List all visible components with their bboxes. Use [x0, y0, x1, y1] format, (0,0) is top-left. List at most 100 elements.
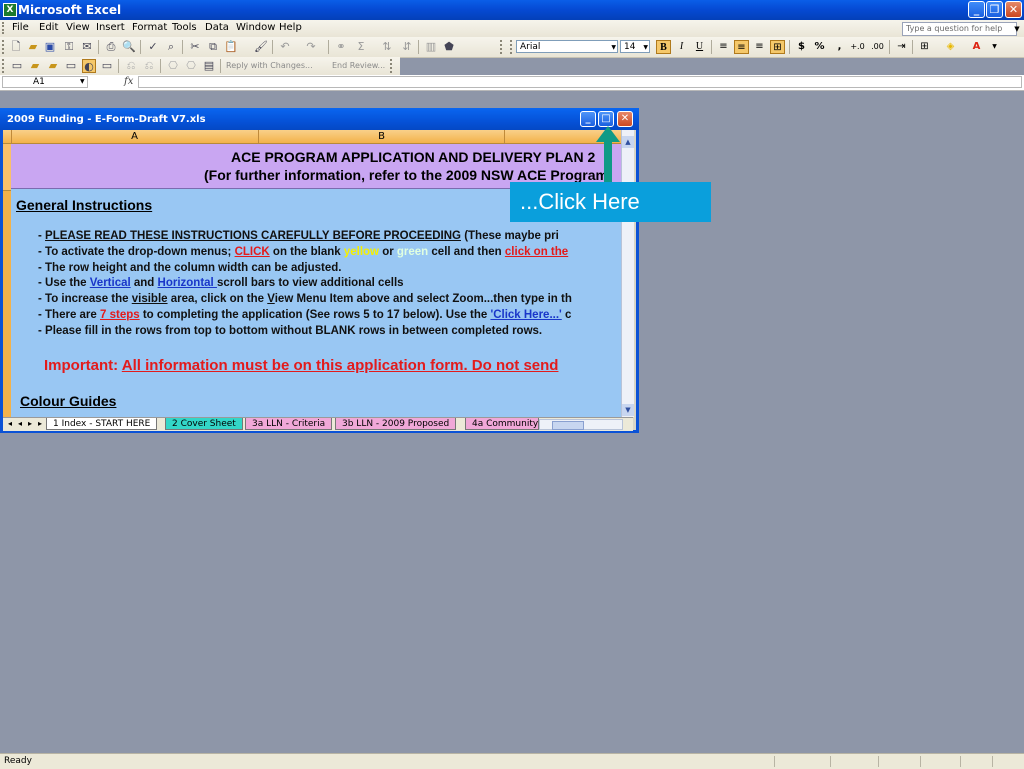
help-dropdown-icon[interactable]: ▼: [1012, 22, 1022, 36]
menu-tools[interactable]: Tools: [172, 22, 197, 33]
first-sheet-icon[interactable]: ◂: [5, 419, 15, 428]
workbook-close-button[interactable]: ✕: [617, 111, 633, 127]
menu-data[interactable]: Data: [205, 22, 229, 33]
toolbar-options-gripper[interactable]: [500, 40, 505, 54]
name-box[interactable]: A1: [2, 76, 88, 88]
track-changes-icon[interactable]: ⎌: [124, 59, 138, 73]
fill-color-icon[interactable]: ◈: [943, 40, 958, 54]
undo-icon[interactable]: ↶: [278, 40, 292, 54]
font-name-select[interactable]: Arial ▼: [516, 40, 618, 53]
menu-format[interactable]: Format: [132, 22, 167, 33]
chart-wizard-icon[interactable]: ▥: [424, 40, 438, 54]
decrease-decimal-icon[interactable]: .00: [870, 40, 885, 54]
currency-button[interactable]: $: [794, 40, 809, 54]
scroll-down-icon[interactable]: ▼: [622, 404, 634, 416]
research-icon[interactable]: ⌕: [164, 40, 178, 54]
cut-icon[interactable]: ✂: [188, 40, 202, 54]
autosum-icon[interactable]: Σ: [354, 40, 368, 54]
app-close-button[interactable]: ✕: [1005, 1, 1022, 18]
row-header-active[interactable]: [3, 144, 11, 191]
menu-view[interactable]: View: [66, 22, 90, 33]
column-header-b[interactable]: B: [259, 130, 505, 143]
toolbar-options-gripper[interactable]: [390, 59, 395, 73]
increase-decimal-icon[interactable]: +.0: [850, 40, 865, 54]
document-icon[interactable]: ▭: [64, 59, 78, 73]
font-color-icon[interactable]: A: [969, 40, 984, 54]
app-minimize-button[interactable]: _: [968, 1, 985, 18]
sort-descending-icon[interactable]: ⇵: [400, 40, 414, 54]
toolbar-gripper[interactable]: [2, 59, 7, 73]
menu-gripper[interactable]: [2, 22, 7, 34]
accept-icon[interactable]: ⎌: [142, 59, 156, 73]
horizontal-scrollbar[interactable]: [539, 419, 623, 430]
bold-button[interactable]: B: [656, 40, 671, 54]
new-comment-icon[interactable]: ▭: [10, 59, 24, 73]
comma-button[interactable]: ,: [832, 40, 847, 54]
borders-icon[interactable]: ⊞: [917, 40, 932, 54]
drawing-icon[interactable]: ⬟: [442, 40, 456, 54]
paste-icon[interactable]: 📋: [224, 40, 238, 54]
workbook-title-bar[interactable]: 2009 Funding - E-Form-Draft V7.xls _ □ ✕: [0, 108, 639, 130]
workbook-minimize-button[interactable]: _: [580, 111, 596, 127]
formatting-toolbar-gripper[interactable]: [510, 40, 515, 54]
permission-icon[interactable]: ⚿: [62, 40, 76, 54]
sheet-tab-lln-criteria[interactable]: 3a LLN - Criteria: [245, 418, 333, 430]
sort-ascending-icon[interactable]: ⇅: [380, 40, 394, 54]
open-icon[interactable]: ▰: [26, 40, 40, 54]
next-sheet-icon[interactable]: ▸: [25, 419, 35, 428]
menu-window[interactable]: Window: [236, 22, 275, 33]
comment-icon[interactable]: ▭: [100, 59, 114, 73]
reply-with-changes-button[interactable]: Reply with Changes...: [226, 61, 313, 70]
print-icon[interactable]: ⎙: [104, 40, 118, 54]
sheet-tab-lln-proposed[interactable]: 3b LLN - 2009 Proposed: [335, 418, 457, 430]
menu-help[interactable]: Help: [279, 22, 302, 33]
spelling-icon[interactable]: ✓: [146, 40, 160, 54]
end-review-button[interactable]: End Review...: [332, 61, 385, 70]
print-preview-icon[interactable]: 🔍: [122, 40, 136, 54]
save-icon[interactable]: ▣: [43, 40, 57, 54]
chevron-down-icon[interactable]: ▼: [80, 78, 85, 85]
folder-icon[interactable]: ▰: [28, 59, 42, 73]
toolbar-gripper[interactable]: [2, 40, 7, 54]
new-icon[interactable]: 🗋: [9, 40, 23, 54]
prev-sheet-icon[interactable]: ◂: [15, 419, 25, 428]
hyperlink-icon[interactable]: ⚭: [334, 40, 348, 54]
menu-file[interactable]: File: [12, 22, 29, 33]
underline-button[interactable]: U: [692, 40, 707, 54]
last-sheet-icon[interactable]: ▸: [35, 419, 45, 428]
sheet-tab-index[interactable]: 1 Index - START HERE: [46, 418, 158, 430]
help-search-box[interactable]: Type a question for help: [902, 22, 1017, 36]
menu-edit[interactable]: Edit: [39, 22, 58, 33]
menu-insert[interactable]: Insert: [96, 22, 125, 33]
scroll-up-icon[interactable]: ▲: [622, 136, 634, 148]
align-center-icon[interactable]: ≡: [734, 40, 749, 54]
sheet-tab-cover[interactable]: 2 Cover Sheet: [165, 418, 243, 430]
align-right-icon[interactable]: ≡: [752, 40, 767, 54]
sheet-tab-community[interactable]: 4a Community: [465, 418, 539, 430]
protect-icon[interactable]: ⎔: [166, 59, 180, 73]
share-icon[interactable]: ⎔: [184, 59, 198, 73]
folder-icon[interactable]: ▰: [46, 59, 60, 73]
app-restore-button[interactable]: ❐: [986, 1, 1003, 18]
copy-icon[interactable]: ⧉: [206, 40, 220, 54]
show-comments-icon[interactable]: ◐: [82, 59, 96, 73]
chevron-down-icon[interactable]: ▼: [987, 40, 1002, 54]
indent-icon[interactable]: ⇥: [894, 40, 909, 54]
merge-center-icon[interactable]: ⊞: [770, 40, 785, 54]
column-header-a[interactable]: A: [11, 130, 259, 143]
scroll-thumb[interactable]: [552, 421, 584, 430]
align-left-icon[interactable]: ≡: [716, 40, 731, 54]
vertical-scrollbar[interactable]: ▲ ▼: [621, 130, 634, 417]
redo-icon[interactable]: ↷: [304, 40, 318, 54]
chevron-down-icon[interactable]: ▼: [611, 41, 616, 54]
italic-button[interactable]: I: [674, 40, 689, 54]
workbook-maximize-button[interactable]: □: [598, 111, 614, 127]
discuss-icon[interactable]: ▤: [202, 59, 216, 73]
font-size-select[interactable]: 14 ▼: [620, 40, 650, 53]
email-icon[interactable]: ✉: [80, 40, 94, 54]
format-painter-icon[interactable]: 🖌: [254, 40, 268, 54]
percent-button[interactable]: %: [812, 40, 827, 54]
chevron-down-icon[interactable]: ▼: [643, 41, 648, 54]
insert-function-button[interactable]: fx: [124, 76, 133, 87]
formula-input[interactable]: [138, 76, 1022, 88]
